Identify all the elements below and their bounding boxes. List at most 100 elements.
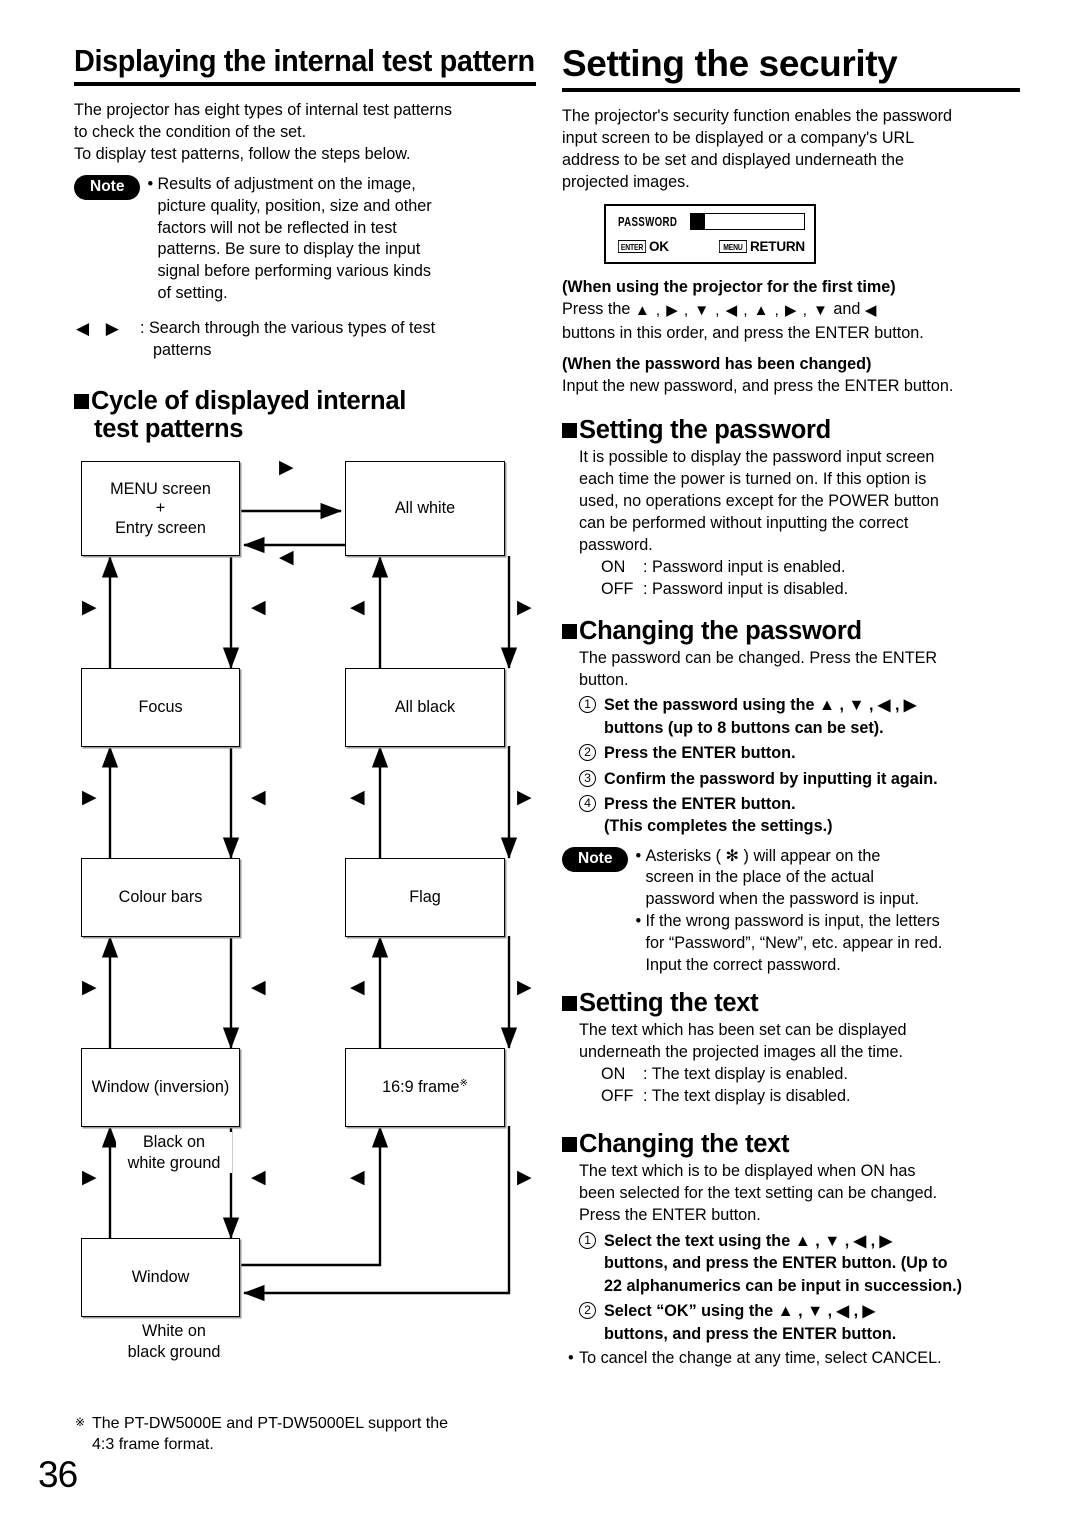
option-on-value: : Password input is enabled. <box>643 557 846 576</box>
flow-arrow-left-icon: ◀ <box>350 1167 365 1189</box>
changing-password-note-block: Note • Asterisks ( ✻ ) will appear on th… <box>562 846 1020 977</box>
right-intro-line-4: projected images. <box>562 173 690 192</box>
left-footnote: ※ The PT-DW5000E and PT-DW5000EL support… <box>75 1413 545 1456</box>
step-item: 4 Press the ENTER button. (This complete… <box>579 793 1020 838</box>
flow-arrow-left-icon: ◀ <box>251 787 266 809</box>
setting-password-options: ON : Password input is enabled. OFF : Pa… <box>579 557 1020 601</box>
option-on: ON : Password input is enabled. <box>601 557 1020 579</box>
flow-arrow-left-icon: ◀ <box>251 977 266 999</box>
arrow-legend-line-1: : Search through the various types of te… <box>140 318 436 337</box>
flow-box-16-9-frame-label: 16:9 frame <box>382 1078 460 1097</box>
page-number: 36 <box>38 1454 78 1495</box>
flow-box-window-label: Window <box>131 1268 190 1287</box>
cancel-note: • To cancel the change at any time, sele… <box>568 1347 1020 1369</box>
flow-box-focus-label: Focus <box>138 698 183 717</box>
right-column: Setting the security The projector's sec… <box>562 43 1020 1369</box>
flow-box-flag-label: Flag <box>409 888 441 907</box>
left-intro-line-1: The projector has eight types of interna… <box>74 101 452 120</box>
footnote-mark-icon: ※ <box>75 1415 86 1429</box>
changing-text-line-2: been selected for the text setting can b… <box>579 1184 938 1203</box>
button-sequence-icons: ▲ , ▶ , ▼ , ◀ , ▲ , ▶ , ▼ <box>634 302 829 320</box>
left-chapter-title: Displaying the internal test pattern <box>74 43 535 78</box>
test-pattern-flowchart: MENU screen + Entry screen All white Foc… <box>74 453 536 1362</box>
section-changing-text-title: Changing the text <box>562 1130 1020 1158</box>
step-number: 1 <box>579 696 596 714</box>
changing-text-line-1: The text which is to be displayed when O… <box>579 1162 916 1181</box>
flow-box-all-black-label: All black <box>394 698 456 717</box>
step-item: 1 Select the text using the ▲ , ▼ , ◀ , … <box>579 1230 1020 1297</box>
right-intro-line-2: input screen to be displayed or a compan… <box>562 129 915 148</box>
first-time-heading: (When using the projector for the first … <box>562 278 896 297</box>
bullet-icon: • <box>568 1348 574 1367</box>
step-number: 2 <box>579 744 596 762</box>
right-chapter-title: Setting the security <box>562 43 898 84</box>
enter-key-icon: ENTER <box>618 240 646 254</box>
footnote-line-2: 4:3 frame format. <box>92 1436 214 1454</box>
flow-arrow-left-icon: ◀ <box>251 1167 266 1189</box>
flow-arrow-right-icon: ▶ <box>82 787 97 809</box>
section-cycle-title-line-2: test patterns <box>94 415 244 444</box>
section-changing-password-label: Changing the password <box>579 616 862 645</box>
note-line-5: signal before performing various kinds <box>157 262 431 281</box>
option-off: OFF : The text display is disabled. <box>601 1086 1020 1108</box>
left-arrow-icon: ◀ <box>864 302 877 320</box>
changing-text-line-3: Press the ENTER button. <box>579 1206 761 1225</box>
step-line-1: Press the ENTER button. <box>604 744 796 763</box>
square-bullet-icon <box>562 996 577 1012</box>
section-setting-text-label: Setting the text <box>579 989 759 1018</box>
arrow-legend: ◀ ▶ : Search through the various types o… <box>74 318 536 362</box>
option-off: OFF : Password input is disabled. <box>601 579 1020 601</box>
option-off-key: OFF <box>601 579 634 598</box>
password-osd-button-row: ENTER OK MENU RETURN <box>618 239 805 254</box>
flow-box-all-white: All white <box>345 461 505 557</box>
menu-key-icon: MENU <box>718 240 747 254</box>
step-line-1: Set the password using the ▲ , ▼ , ◀ , ▶ <box>604 696 917 715</box>
and-label: and <box>833 300 861 319</box>
flow-box-colour-bars-label: Colour bars <box>118 888 203 907</box>
manual-page: Displaying the internal test pattern The… <box>0 0 1080 1526</box>
step-number: 1 <box>579 1232 596 1250</box>
option-on-key: ON <box>601 557 626 576</box>
step-line-1: Select the text using the ▲ , ▼ , ◀ , ▶ <box>604 1232 893 1251</box>
step-line-2: buttons, and press the ENTER button. (Up… <box>604 1254 948 1273</box>
enter-action-label: OK <box>649 239 669 255</box>
setting-text-line-2: underneath the projected images all the … <box>579 1043 903 1062</box>
cancel-note-text: To cancel the change at any time, select… <box>579 1348 942 1367</box>
caption-black-on-white-line-1: Black on <box>142 1133 206 1152</box>
flow-arrow-right-icon: ▶ <box>517 977 532 999</box>
flow-box-16-9-frame: 16:9 frame※ <box>345 1048 505 1128</box>
bullet-icon: • <box>147 175 154 194</box>
password-osd-label: PASSWORD <box>618 214 678 229</box>
option-off-key: OFF <box>601 1087 634 1106</box>
note-line-6: Input the correct password. <box>645 955 841 974</box>
step-line-1: Select “OK” using the ▲ , ▼ , ◀ , ▶ <box>604 1302 876 1321</box>
caption-black-on-white: Black on white ground <box>116 1132 232 1173</box>
note-line-2: picture quality, position, size and othe… <box>157 196 432 215</box>
note-item: • If the wrong password is input, the le… <box>635 911 942 933</box>
step-item: 3 Confirm the password by inputting it a… <box>579 768 1020 790</box>
flow-arrow-left-icon: ◀ <box>350 597 365 619</box>
option-on-key: ON <box>601 1065 626 1084</box>
step-line-2: buttons (up to 8 buttons can be set). <box>604 718 884 737</box>
changing-password-line-1: The password can be changed. Press the E… <box>579 648 938 667</box>
note-line-5: for “Password”, “New”, etc. appear in re… <box>645 933 943 952</box>
note-line-6: of setting. <box>157 284 228 302</box>
left-intro: The projector has eight types of interna… <box>74 100 536 166</box>
password-osd-input-row: PASSWORD <box>618 213 805 231</box>
flow-box-all-white-label: All white <box>394 499 456 518</box>
square-bullet-icon <box>74 394 89 410</box>
step-item: 2 Press the ENTER button. <box>579 742 1020 764</box>
section-changing-text-body: The text which is to be displayed when O… <box>562 1161 1020 1369</box>
section-cycle-title-line-1: Cycle of displayed internal <box>91 387 406 416</box>
option-on-value: : The text display is enabled. <box>643 1065 848 1084</box>
password-input-field[interactable] <box>704 213 805 231</box>
flow-box-flag: Flag <box>345 858 505 938</box>
flow-arrow-right-icon: ▶ <box>82 597 97 619</box>
menu-action-label: RETURN <box>749 239 805 255</box>
right-intro-line-1: The projector's security function enable… <box>562 107 952 126</box>
left-intro-line-2: to check the condition of the set. <box>74 123 307 142</box>
flow-box-window-inversion: Window (inversion) <box>81 1048 240 1128</box>
option-on: ON : The text display is enabled. <box>601 1064 1020 1086</box>
square-bullet-icon <box>562 623 577 639</box>
step-line-3: 22 alphanumerics can be input in success… <box>604 1276 963 1295</box>
